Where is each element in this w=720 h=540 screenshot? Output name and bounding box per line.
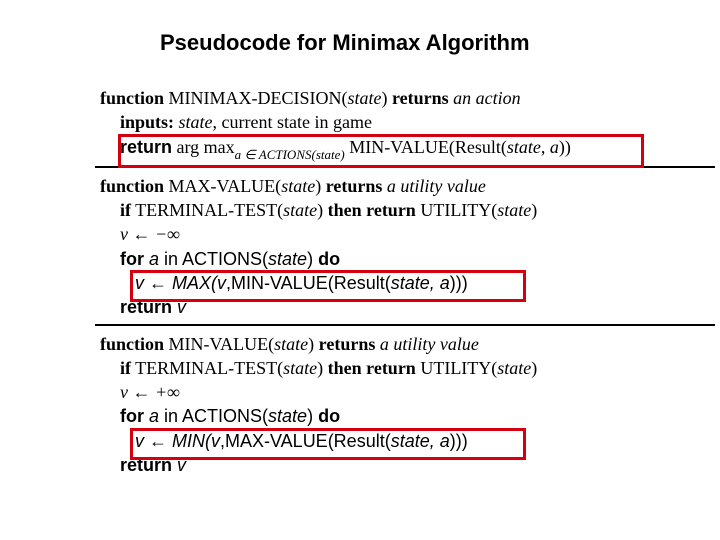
divider [95, 324, 715, 326]
kw-return: return [120, 137, 172, 157]
arg: state [268, 249, 307, 269]
t: ) [317, 358, 328, 378]
t: ,MAX-VALUE(Result( [220, 431, 391, 451]
fn2-body: v ← MAX(v,MIN-VALUE(Result(state, a))) [135, 271, 640, 295]
t: MIN-VALUE( [164, 334, 274, 354]
kw-inputs: inputs: [120, 112, 174, 132]
arg: state [274, 334, 308, 354]
t: ) [531, 200, 537, 220]
t: ) [315, 176, 326, 196]
t: a utility value [375, 334, 478, 354]
v: v [217, 273, 226, 293]
kw-for: for [120, 249, 149, 269]
fn-min-value: function MIN-VALUE(state) returns a util… [100, 332, 640, 478]
title: Pseudocode for Minimax Algorithm [160, 30, 640, 56]
arg: state [497, 200, 531, 220]
t: ) [317, 200, 328, 220]
arg: state [179, 112, 213, 132]
t: )) [559, 137, 571, 157]
arg: state [283, 200, 317, 220]
kw-function: function [100, 334, 164, 354]
kw-returns: returns [392, 88, 449, 108]
kw-function: function [100, 88, 164, 108]
arg: state [281, 176, 315, 196]
kw-then-return: then return [328, 358, 416, 378]
fn3-head: function MIN-VALUE(state) returns a util… [100, 332, 640, 356]
kw-return: return [120, 455, 177, 475]
v: v [211, 431, 220, 451]
kw-if: if [120, 358, 131, 378]
kw-then-return: then return [328, 200, 416, 220]
fn3-body: v ← MIN(v,MAX-VALUE(Result(state, a))) [135, 429, 640, 453]
arg: state, a [391, 273, 450, 293]
a: a [149, 406, 159, 426]
t: a utility value [382, 176, 485, 196]
v: v [177, 455, 186, 475]
arg: state [268, 406, 307, 426]
kw-returns: returns [326, 176, 383, 196]
t: ,MIN-VALUE(Result( [226, 273, 391, 293]
kw-function: function [100, 176, 164, 196]
t: a ∈ ACTIONS( [235, 147, 316, 162]
arg: state, a [391, 431, 450, 451]
t: ) [340, 147, 344, 162]
t: v ← MIN( [135, 431, 211, 451]
kw-do: do [318, 249, 340, 269]
arg: state, a [507, 137, 559, 157]
t: ))) [450, 273, 468, 293]
fn2-return: return v [120, 295, 640, 319]
slide: Pseudocode for Minimax Algorithm functio… [0, 0, 720, 497]
kw-for: for [120, 406, 149, 426]
fn-minimax-decision: function MINIMAX-DECISION(state) returns… [100, 86, 640, 162]
fn2-head: function MAX-VALUE(state) returns a util… [100, 174, 640, 198]
t: , current state in game [213, 112, 372, 132]
fn2-init: v ← −∞ [120, 222, 640, 246]
t: UTILITY( [416, 200, 497, 220]
t: arg max [172, 137, 235, 157]
t: UTILITY( [416, 358, 497, 378]
fn1-head: function MINIMAX-DECISION(state) returns… [100, 86, 640, 110]
divider [95, 166, 715, 168]
t: ) [307, 406, 318, 426]
arg: state [283, 358, 317, 378]
t: ) [382, 88, 393, 108]
fn3-for: for a in ACTIONS(state) do [120, 404, 640, 428]
t: an action [449, 88, 521, 108]
fn3-return: return v [120, 453, 640, 477]
t: ))) [450, 431, 468, 451]
t: MIN-VALUE(Result( [345, 137, 507, 157]
t: TERMINAL-TEST( [131, 358, 283, 378]
fn3-init: v ← +∞ [120, 380, 640, 404]
kw-returns: returns [319, 334, 376, 354]
fn1-return: return arg maxa ∈ ACTIONS(state) MIN-VAL… [120, 135, 640, 162]
fn-max-value: function MAX-VALUE(state) returns a util… [100, 174, 640, 320]
kw-return: return [120, 297, 177, 317]
v: v [177, 297, 186, 317]
sub: a ∈ ACTIONS(state) [235, 147, 345, 162]
kw-if: if [120, 200, 131, 220]
arg: state [316, 147, 341, 162]
t: in ACTIONS( [159, 249, 268, 269]
t: ) [308, 334, 319, 354]
arg: state [497, 358, 531, 378]
t: MINIMAX-DECISION( [164, 88, 347, 108]
t: MAX-VALUE( [164, 176, 281, 196]
fn3-if: if TERMINAL-TEST(state) then return UTIL… [120, 356, 640, 380]
a: a [149, 249, 159, 269]
fn2-if: if TERMINAL-TEST(state) then return UTIL… [120, 198, 640, 222]
fn1-inputs: inputs: state, current state in game [120, 110, 640, 134]
t: ) [307, 249, 318, 269]
kw-do: do [318, 406, 340, 426]
t: TERMINAL-TEST( [131, 200, 283, 220]
t: in ACTIONS( [159, 406, 268, 426]
t: ) [531, 358, 537, 378]
t: v ← MAX( [135, 273, 217, 293]
arg: state [348, 88, 382, 108]
fn2-for: for a in ACTIONS(state) do [120, 247, 640, 271]
